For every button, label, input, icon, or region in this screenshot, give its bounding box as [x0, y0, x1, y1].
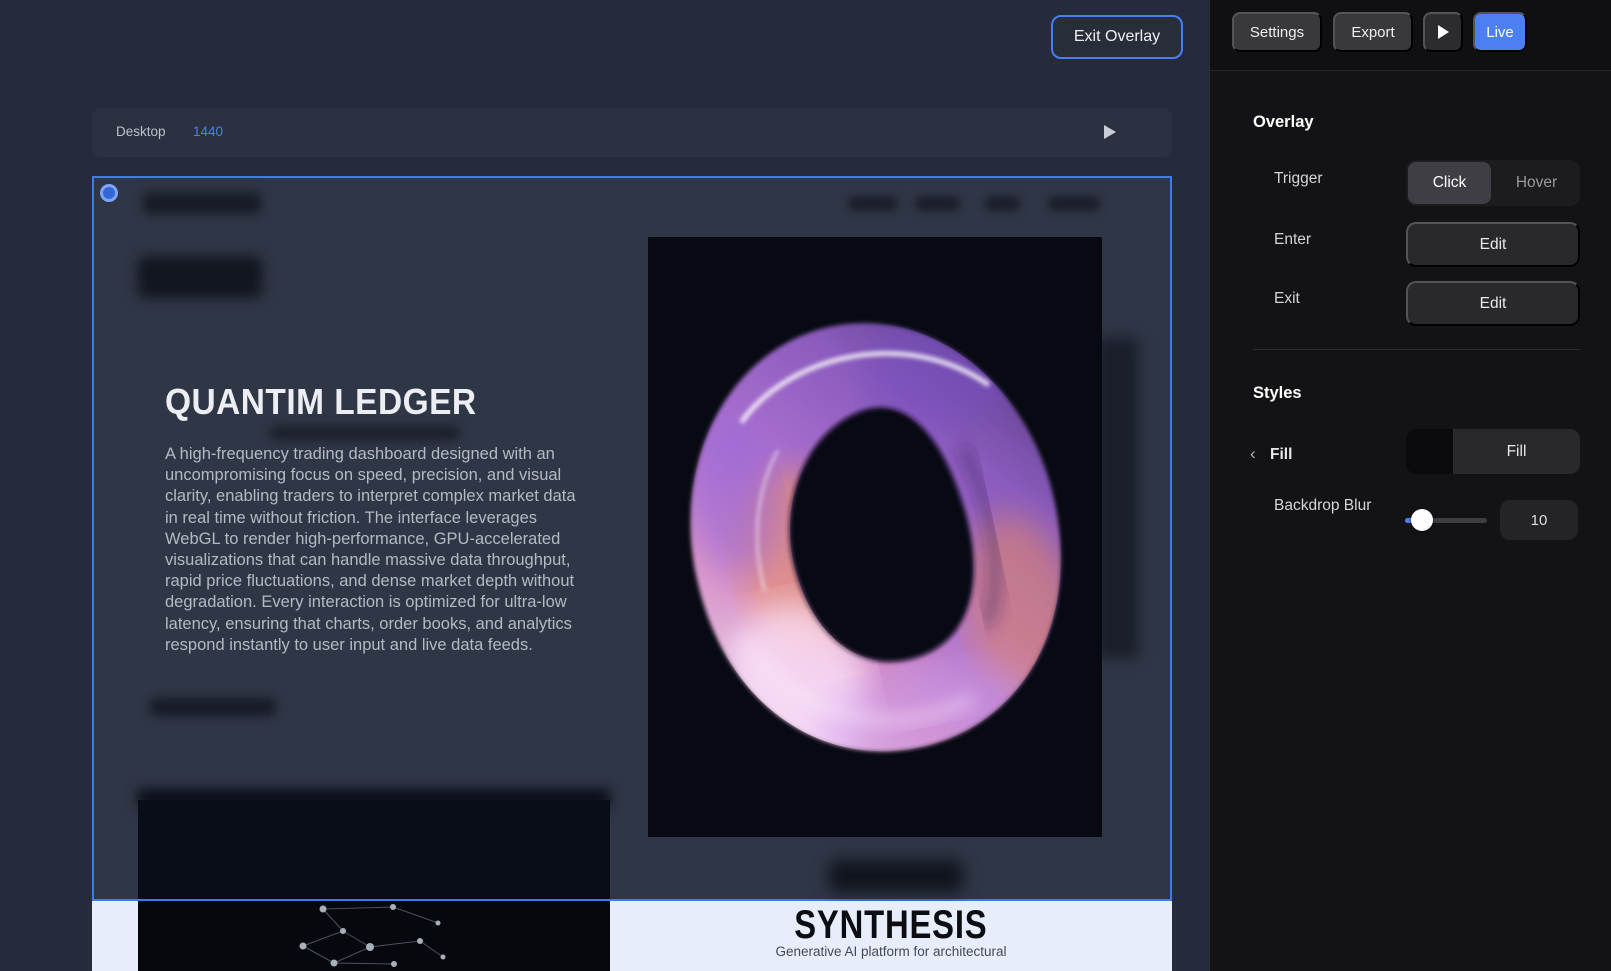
exit-edit-button[interactable]: Edit	[1406, 281, 1580, 326]
backdrop-blur-value[interactable]: 10	[1500, 500, 1578, 540]
fill-label: Fill	[1270, 446, 1292, 464]
hero-image	[648, 237, 1102, 837]
settings-button[interactable]: Settings	[1232, 12, 1322, 52]
network-media-block	[138, 901, 610, 971]
dimmed-nav-item	[848, 196, 898, 211]
exit-label: Exit	[1274, 290, 1300, 308]
enter-edit-button[interactable]: Edit	[1406, 222, 1580, 267]
chevron-left-icon[interactable]: ‹	[1250, 444, 1256, 464]
inspector-panel	[1210, 0, 1611, 971]
viewport-bar[interactable]	[92, 108, 1172, 157]
dimmed-link	[150, 698, 276, 716]
dimmed-section-label	[829, 860, 963, 892]
preview-play-button[interactable]	[1423, 12, 1463, 52]
trigger-label: Trigger	[1274, 170, 1323, 188]
export-button[interactable]: Export	[1333, 12, 1413, 52]
selection-handle[interactable]	[100, 184, 118, 202]
fill-color-swatch[interactable]	[1406, 429, 1453, 474]
dimmed-cta-button	[138, 256, 262, 298]
enter-label: Enter	[1274, 231, 1311, 249]
app-window: Exit Overlay Desktop 1440 QUANTIM LEDGER…	[0, 0, 1611, 971]
dimmed-media-block	[138, 800, 610, 899]
dimmed-site-logo	[143, 192, 261, 214]
overlay-section-title: Overlay	[1253, 113, 1314, 132]
trigger-option-click[interactable]: Click	[1408, 162, 1491, 204]
hero-description: A high-frequency trading dashboard desig…	[165, 444, 589, 656]
hero-title: QUANTIM LEDGER	[165, 381, 477, 423]
stacked-card-edge	[1096, 338, 1138, 658]
viewport-device-label[interactable]: Desktop	[116, 124, 166, 139]
backdrop-blur-slider-thumb[interactable]	[1411, 509, 1433, 531]
backdrop-blur-label: Backdrop Blur	[1274, 497, 1371, 515]
trigger-segmented-control: Click Hover	[1406, 160, 1580, 206]
viewport-width-value[interactable]: 1440	[193, 124, 223, 139]
exit-overlay-button[interactable]: Exit Overlay	[1051, 15, 1183, 59]
styles-section-title: Styles	[1253, 384, 1302, 403]
viewport-play-icon[interactable]	[1104, 125, 1116, 139]
dimmed-nav-item	[985, 196, 1020, 211]
play-icon	[1438, 25, 1449, 39]
live-button[interactable]: Live	[1473, 12, 1527, 52]
section-divider	[1253, 349, 1580, 350]
synthesis-subtitle: Generative AI platform for architectural	[610, 944, 1172, 959]
synthesis-title-wrap: SYNTHESIS	[610, 903, 1172, 948]
dimmed-subheading	[270, 426, 460, 440]
dimmed-nav-item	[915, 196, 960, 211]
glass-torus-graphic	[648, 237, 1102, 837]
dimmed-nav-item	[1048, 196, 1100, 211]
fill-control-label: Fill	[1453, 429, 1580, 474]
synthesis-title: SYNTHESIS	[794, 903, 987, 948]
fill-control[interactable]: Fill	[1406, 429, 1580, 474]
molecule-network-graphic	[138, 901, 610, 971]
trigger-option-hover[interactable]: Hover	[1495, 162, 1578, 204]
